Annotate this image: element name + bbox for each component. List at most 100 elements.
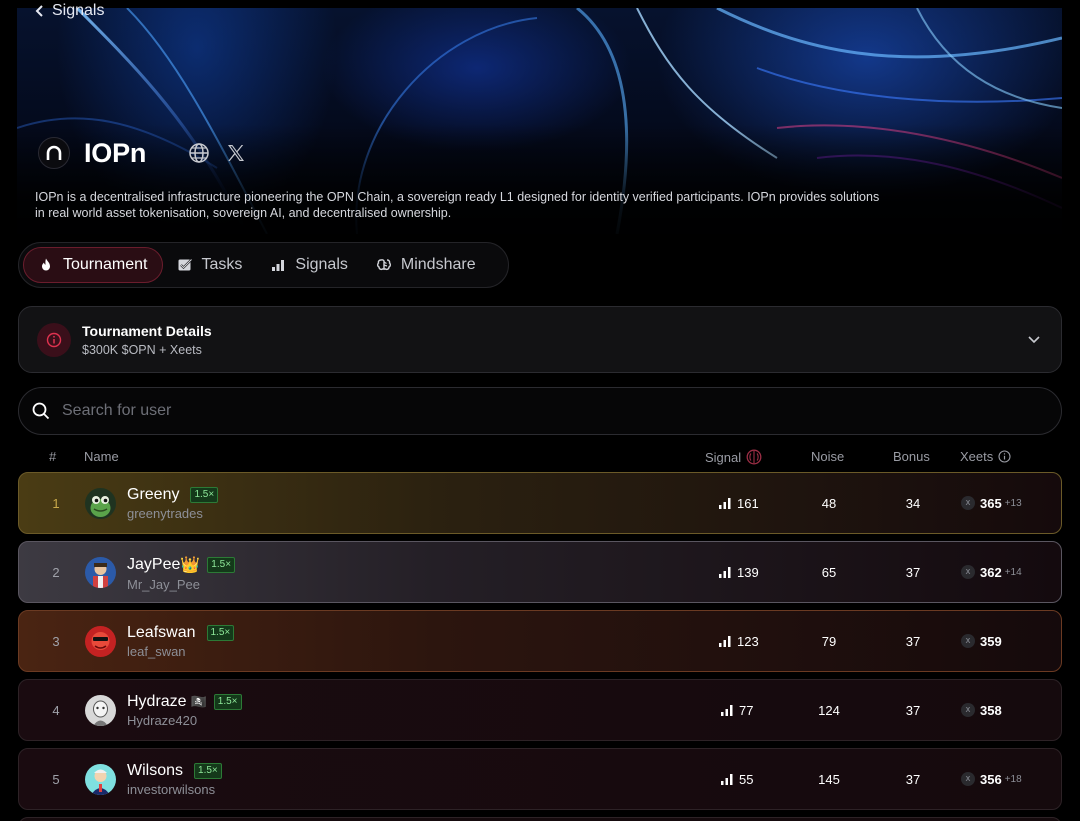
signal-value: 123	[737, 633, 759, 649]
noise-value: 79	[821, 633, 837, 649]
signal-value: 139	[737, 564, 759, 580]
row-rank: 2	[52, 564, 60, 580]
back-to-signals-link[interactable]: Signals	[34, 2, 104, 20]
xeets-coin-icon: X	[961, 703, 975, 717]
user-handle: Mr_Jay_Pee	[127, 577, 200, 592]
bar-chart-icon	[272, 260, 285, 271]
search-input[interactable]	[62, 402, 962, 420]
user-badge: 👑	[180, 557, 201, 574]
search-icon	[32, 402, 50, 420]
col-signal[interactable]: Signal	[705, 449, 762, 465]
user-display-name[interactable]: Leafswan	[127, 624, 196, 642]
noise-value: 124	[818, 702, 840, 718]
leaderboard-row-partial[interactable]	[18, 817, 1062, 821]
row-rank: 3	[52, 633, 60, 649]
tab-tasks[interactable]: Tasks	[163, 247, 257, 283]
xeets-score: X 365 +13	[961, 496, 1022, 511]
xeets-value: 362	[980, 564, 1002, 580]
xeets-value: 358	[980, 702, 1002, 718]
bar-chart-icon	[719, 497, 731, 509]
tournament-details-title: Tournament Details	[82, 322, 212, 339]
xeets-delta: +18	[1004, 773, 1022, 785]
xeets-value: 356	[980, 771, 1002, 787]
flame-icon	[42, 258, 50, 271]
user-handle: leaf_swan	[127, 644, 186, 659]
user-display-name[interactable]: JayPee	[127, 556, 180, 574]
multiplier-badge: 1.5×	[213, 694, 242, 710]
noise-value: 65	[821, 564, 837, 580]
bonus-value: 37	[905, 564, 921, 580]
tab-label: Tasks	[201, 256, 243, 273]
tab-tournament[interactable]: Tournament	[23, 247, 163, 283]
leaderboard-row[interactable]: 3 Leafswan 1.5× leaf_swan 123 79 37 X 35…	[18, 610, 1062, 672]
user-display-name[interactable]: Hydraze	[127, 693, 187, 711]
noise-value: 48	[821, 495, 837, 511]
xeets-score: X 362 +14	[961, 565, 1022, 580]
iopn-arch-icon	[46, 145, 62, 160]
website-globe-icon[interactable]	[188, 142, 210, 164]
info-icon[interactable]	[998, 450, 1011, 463]
row-rank: 4	[52, 702, 60, 718]
tournament-details-accordion[interactable]: Tournament Details $300K $OPN + Xeets	[18, 306, 1062, 373]
tab-label: Tournament	[63, 256, 148, 273]
user-display-name[interactable]: Greeny	[127, 486, 179, 504]
multiplier-badge: 1.5×	[190, 487, 219, 503]
leaderboard-row[interactable]: 4 Hydraze 🏴‍☠️ 1.5× Hydraze420 77 124 37…	[18, 679, 1062, 741]
tab-mindshare[interactable]: Mindshare	[362, 247, 490, 283]
chevron-down-icon	[1028, 336, 1040, 344]
signal-score: 161	[719, 496, 759, 511]
checklist-icon	[178, 258, 192, 271]
col-name: Name	[84, 449, 119, 464]
bonus-value: 37	[905, 702, 921, 718]
xeets-delta: +14	[1004, 566, 1022, 578]
noise-value: 145	[818, 771, 840, 787]
xeets-score: X 359	[961, 634, 1005, 649]
tab-signals[interactable]: Signals	[256, 247, 361, 283]
avatar	[85, 764, 116, 795]
bar-chart-icon	[719, 635, 731, 647]
leaderboard-row[interactable]: 1 Greeny 1.5× greenytrades 161 48 34 X 3…	[18, 472, 1062, 534]
xeets-delta: +13	[1004, 497, 1022, 509]
user-search-bar	[18, 387, 1062, 435]
x-twitter-icon[interactable]	[226, 143, 246, 163]
xeets-coin-icon: X	[961, 634, 975, 648]
col-xeets-label: Xeets	[960, 449, 994, 464]
xeets-value: 365	[980, 495, 1002, 511]
bar-chart-icon	[721, 704, 733, 716]
brain-icon	[376, 259, 391, 271]
project-description: IOPn is a decentralised infrastructure p…	[35, 190, 880, 220]
user-badge: 🏴‍☠️	[190, 694, 207, 709]
signal-score: 77	[721, 703, 753, 718]
signal-value: 161	[737, 495, 759, 511]
bar-chart-icon	[719, 566, 731, 578]
signal-score: 55	[721, 772, 753, 787]
col-rank: #	[49, 449, 57, 464]
xeets-score: X 356 +18	[961, 772, 1022, 787]
user-handle: investorwilsons	[127, 782, 216, 797]
signal-value: 77	[739, 702, 754, 718]
signal-score: 123	[719, 634, 759, 649]
multiplier-badge: 1.5×	[206, 625, 235, 641]
project-header: IOPn	[38, 137, 246, 169]
leaderboard-row[interactable]: 5 Wilsons 1.5× investorwilsons 55 145 37…	[18, 748, 1062, 810]
tab-label: Mindshare	[400, 256, 476, 273]
info-icon	[37, 322, 71, 357]
section-tabs: Tournament Tasks Signals Mindshare	[18, 242, 509, 288]
user-handle: Hydraze420	[127, 713, 198, 728]
avatar	[85, 626, 116, 657]
bonus-value: 34	[905, 495, 921, 511]
project-logo	[38, 137, 70, 169]
xeets-value: 359	[980, 633, 1002, 649]
col-noise: Noise	[811, 449, 845, 464]
user-display-name[interactable]: Wilsons	[127, 762, 183, 780]
back-link-label: Signals	[52, 2, 105, 19]
col-xeets: Xeets	[960, 449, 1011, 464]
multiplier-badge: 1.5×	[207, 557, 236, 573]
brain-icon	[746, 449, 762, 465]
leaderboard-header: # Name Signal Noise Bonus Xeets	[18, 448, 1062, 466]
leaderboard-row[interactable]: 2 JayPee 👑 1.5× Mr_Jay_Pee 139 65 37 X 3…	[18, 541, 1062, 603]
project-name: IOPn	[84, 137, 147, 168]
bar-chart-icon	[721, 773, 733, 785]
bonus-value: 37	[905, 633, 921, 649]
xeets-score: X 358	[961, 703, 1005, 718]
